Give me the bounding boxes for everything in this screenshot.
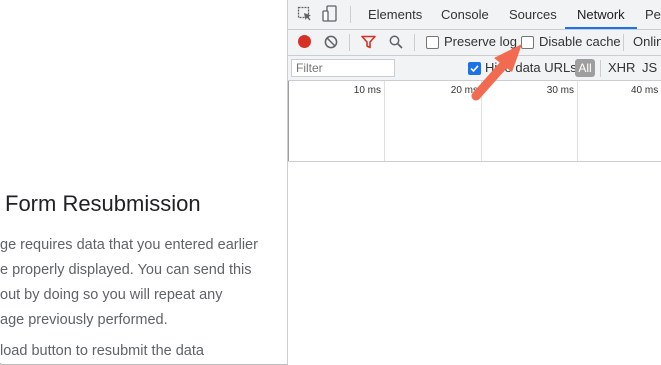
annotation-arrow [471, 44, 522, 101]
